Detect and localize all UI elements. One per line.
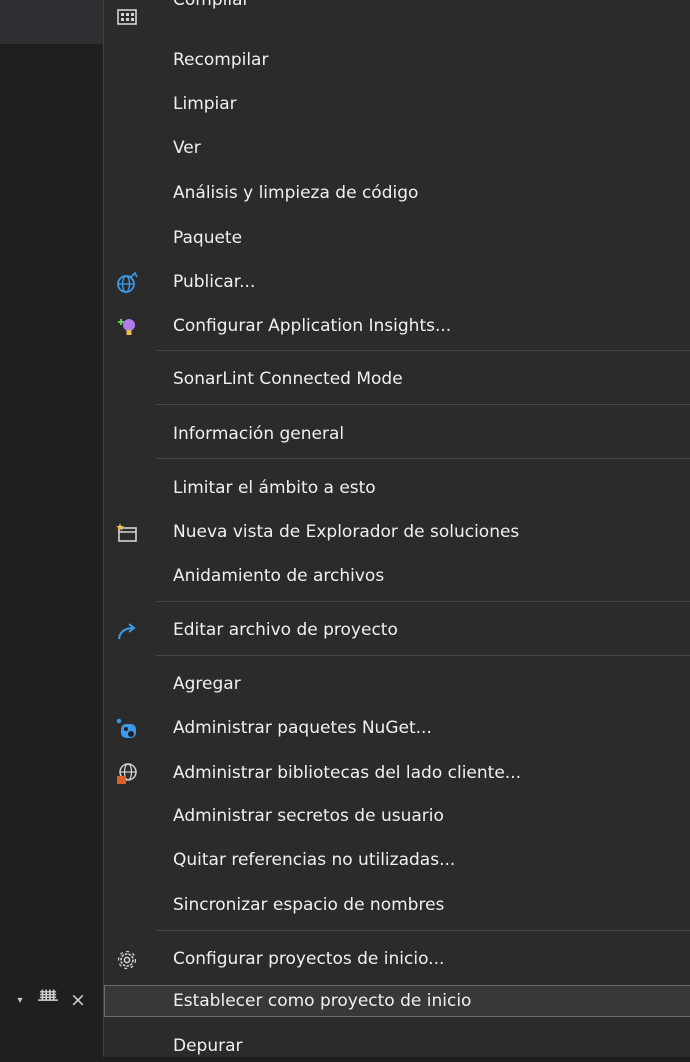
menu-item-label: Recompilar [173, 50, 269, 70]
build-icon [117, 9, 137, 25]
menu-item-label: Depurar [173, 1036, 243, 1056]
menu-item-label: Limpiar [173, 94, 237, 114]
menu-item-quitar-referencias[interactable]: Quitar referencias no utilizadas... [104, 844, 690, 876]
menu-separator [156, 930, 690, 931]
menu-item-label: Administrar paquetes NuGet... [173, 718, 432, 738]
menu-item-sincronizar[interactable]: Sincronizar espacio de nombres [104, 889, 690, 921]
menu-item-label: Limitar el ámbito a esto [173, 478, 376, 498]
menu-item-label: Anidamiento de archivos [173, 566, 385, 586]
menu-item-label: Publicar... [173, 272, 256, 292]
menu-item-label: Administrar secretos de usuario [173, 806, 444, 826]
nuget-icon [116, 718, 136, 738]
menu-item-nuget[interactable]: Administrar paquetes NuGet... [104, 712, 690, 744]
menu-item-application-insights[interactable]: Configurar Application Insights... [104, 310, 690, 342]
client-library-icon [117, 763, 137, 784]
lightbulb-icon [118, 319, 135, 335]
menu-item-label: Editar archivo de proyecto [173, 620, 398, 640]
menu-item-depurar[interactable]: Depurar [104, 1030, 690, 1062]
redo-arrow-icon [118, 623, 136, 640]
menu-item-secretos-usuario[interactable]: Administrar secretos de usuario [104, 800, 690, 832]
menu-item-label: Sincronizar espacio de nombres [173, 895, 445, 915]
menu-item-ver[interactable]: Ver [104, 132, 690, 164]
menu-item-label: Información general [173, 424, 345, 444]
menu-item-limitar-ambito[interactable]: Limitar el ámbito a esto [104, 472, 690, 504]
menu-item-label: Quitar referencias no utilizadas... [173, 850, 456, 870]
menu-item-anidamiento[interactable]: Anidamiento de archivos [104, 560, 690, 592]
menu-item-recompilar[interactable]: Recompilar [104, 44, 690, 76]
menu-item-label: Paquete [173, 228, 243, 248]
menu-item-editar-proyecto[interactable]: Editar archivo de proyecto [104, 614, 690, 646]
menu-item-paquete[interactable]: Paquete [104, 222, 690, 254]
menu-item-label: Agregar [173, 674, 241, 694]
left-panel-header-strip [0, 0, 103, 44]
menu-item-establecer-inicio[interactable]: Establecer como proyecto de inicio [104, 985, 690, 1017]
menu-item-informacion-general[interactable]: Información general [104, 418, 690, 450]
menu-item-label: Nueva vista de Explorador de soluciones [173, 522, 520, 542]
pin-icon[interactable]: ᚙ [38, 990, 58, 1010]
menu-separator [156, 458, 690, 459]
menu-item-bibliotecas-cliente[interactable]: Administrar bibliotecas del lado cliente… [104, 757, 690, 789]
menu-item-label: SonarLint Connected Mode [173, 369, 403, 389]
left-panel: ▾ ᚙ × [0, 0, 103, 1057]
menu-separator [156, 655, 690, 656]
menu-item-agregar[interactable]: Agregar [104, 668, 690, 700]
menu-item-sonarlint[interactable]: SonarLint Connected Mode [104, 363, 690, 395]
menu-item-configurar-inicio[interactable]: Configurar proyectos de inicio... [104, 943, 690, 975]
menu-item-compilar[interactable]: Compilar [104, 0, 690, 32]
gear-icon [117, 950, 137, 970]
menu-separator [156, 601, 690, 602]
menu-item-label: Ver [173, 138, 201, 158]
globe-publish-icon [117, 272, 138, 293]
new-window-icon [116, 523, 137, 542]
menu-item-label: Configurar Application Insights... [173, 316, 452, 336]
menu-item-label: Análisis y limpieza de código [173, 183, 419, 203]
menu-separator [156, 350, 690, 351]
pane-controls: ▾ ᚙ × [0, 984, 103, 1016]
dropdown-icon[interactable]: ▾ [12, 995, 28, 1006]
menu-item-nueva-vista[interactable]: Nueva vista de Explorador de soluciones [104, 516, 690, 548]
menu-item-label: Configurar proyectos de inicio... [173, 949, 445, 969]
menu-item-label: Establecer como proyecto de inicio [173, 991, 472, 1011]
menu-item-publicar[interactable]: Publicar... [104, 266, 690, 298]
menu-item-label: Compilar [173, 0, 250, 10]
context-menu: Compilar Recompilar Limpiar Ver Análisis… [103, 0, 690, 1057]
menu-item-label: Administrar bibliotecas del lado cliente… [173, 763, 522, 783]
menu-item-limpiar[interactable]: Limpiar [104, 88, 690, 120]
menu-item-analisis[interactable]: Análisis y limpieza de código [104, 177, 690, 209]
menu-separator [156, 404, 690, 405]
close-icon[interactable]: × [68, 989, 88, 1011]
